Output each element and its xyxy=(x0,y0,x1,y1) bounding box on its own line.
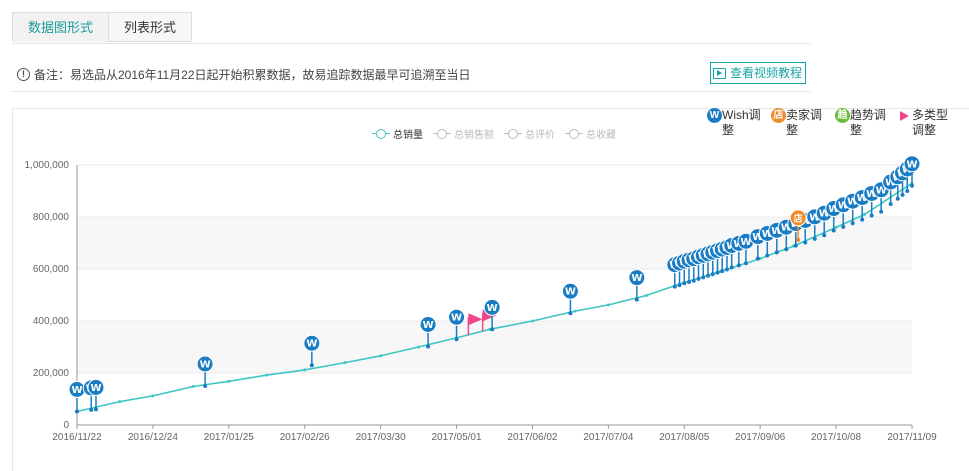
marker-dot xyxy=(710,272,715,277)
marker-dot xyxy=(774,250,779,255)
data-point xyxy=(303,368,307,372)
marker-dot xyxy=(568,311,573,316)
marker-dot xyxy=(755,256,760,261)
marker-dot xyxy=(89,407,94,412)
marker-dot xyxy=(677,283,682,288)
data-point xyxy=(606,303,610,307)
marker-label: W xyxy=(306,339,317,350)
marker-dot xyxy=(75,409,79,414)
marker-dot xyxy=(888,202,893,206)
marker-label: W xyxy=(906,159,917,170)
x-tick-label: 2017/03/30 xyxy=(356,432,406,443)
marker-dot xyxy=(715,270,720,275)
marker-dot xyxy=(793,243,798,248)
marker-dot xyxy=(803,240,808,245)
marker-dot xyxy=(831,228,836,233)
marker-dot xyxy=(687,280,692,284)
y-tick-label: 0 xyxy=(63,420,69,431)
marker-label: W xyxy=(71,385,82,396)
data-point xyxy=(151,394,155,398)
x-tick-label: 2017/08/05 xyxy=(659,432,709,443)
marker-dot xyxy=(796,237,801,242)
marker-dot xyxy=(869,213,874,218)
marker-dot xyxy=(900,192,905,197)
marker-dot xyxy=(705,273,710,278)
marker-dot xyxy=(822,233,827,238)
data-point xyxy=(834,225,838,229)
y-tick-label: 1,000,000 xyxy=(25,160,70,171)
marker-dot xyxy=(682,281,687,286)
marker-dot xyxy=(93,407,98,412)
marker-dot xyxy=(860,217,865,222)
data-point xyxy=(265,373,269,377)
x-tick-label: 2017/01/25 xyxy=(204,432,254,443)
marker-dot xyxy=(905,189,910,193)
marker-dot xyxy=(736,263,741,268)
y-tick-label: 200,000 xyxy=(33,368,70,379)
sales-line-chart: 0 200,000 400,000 600,000 800,000 1,000,000 20… xyxy=(25,155,937,443)
marker-dot xyxy=(720,269,725,274)
y-tick-label: 400,000 xyxy=(33,316,70,327)
marker-label: W xyxy=(451,313,462,324)
marker-dot xyxy=(490,327,495,332)
x-tick-label: 2017/02/26 xyxy=(280,432,330,443)
marker-dot xyxy=(701,275,706,280)
marker-label: W xyxy=(423,320,434,331)
data-point xyxy=(343,361,347,365)
marker-dot xyxy=(765,253,770,258)
marker-dot xyxy=(634,297,639,302)
data-point xyxy=(530,319,534,323)
marker-label: W xyxy=(565,287,576,298)
data-point xyxy=(191,385,195,389)
x-tick-label: 2017/10/08 xyxy=(811,432,861,443)
marker-dot xyxy=(426,344,431,349)
marker-dot xyxy=(729,265,734,270)
marker-dot xyxy=(309,363,314,368)
x-tick-label: 2017/07/04 xyxy=(583,432,633,443)
marker-dot xyxy=(812,236,817,241)
marker-dot xyxy=(910,183,914,188)
x-tick-label: 2016/11/22 xyxy=(52,432,102,443)
marker-dot xyxy=(784,247,789,252)
marker-dot xyxy=(672,284,677,289)
data-point xyxy=(417,345,421,349)
marker-dot xyxy=(203,384,208,388)
marker-label: W xyxy=(631,273,642,284)
x-tick-label: 2017/06/02 xyxy=(507,432,557,443)
y-tick-label: 600,000 xyxy=(33,264,70,275)
marker-dot xyxy=(454,337,459,342)
marker-label: 店 xyxy=(794,212,803,224)
marker-label: W xyxy=(200,360,211,371)
marker-dot xyxy=(850,221,855,226)
x-tick-label: 2017/05/01 xyxy=(432,432,482,443)
marker-dot xyxy=(841,224,846,229)
x-tick-label: 2017/09/06 xyxy=(735,432,785,443)
marker-label: W xyxy=(90,383,101,394)
marker-dot xyxy=(743,261,748,266)
x-tick-label: 2017/11/09 xyxy=(887,432,937,443)
data-point xyxy=(863,212,867,216)
data-point xyxy=(227,379,231,383)
data-point xyxy=(118,400,122,404)
marker-dot xyxy=(895,196,900,201)
y-tick-label: 800,000 xyxy=(33,212,70,223)
data-point xyxy=(644,294,648,298)
data-point xyxy=(573,309,577,313)
marker-dot xyxy=(879,209,884,214)
marker-label: W xyxy=(487,303,498,314)
marker-dot xyxy=(696,276,701,281)
marker-dot xyxy=(691,278,696,283)
marker-dot xyxy=(724,267,729,272)
data-point xyxy=(379,354,383,358)
x-tick-label: 2016/12/24 xyxy=(128,432,178,443)
